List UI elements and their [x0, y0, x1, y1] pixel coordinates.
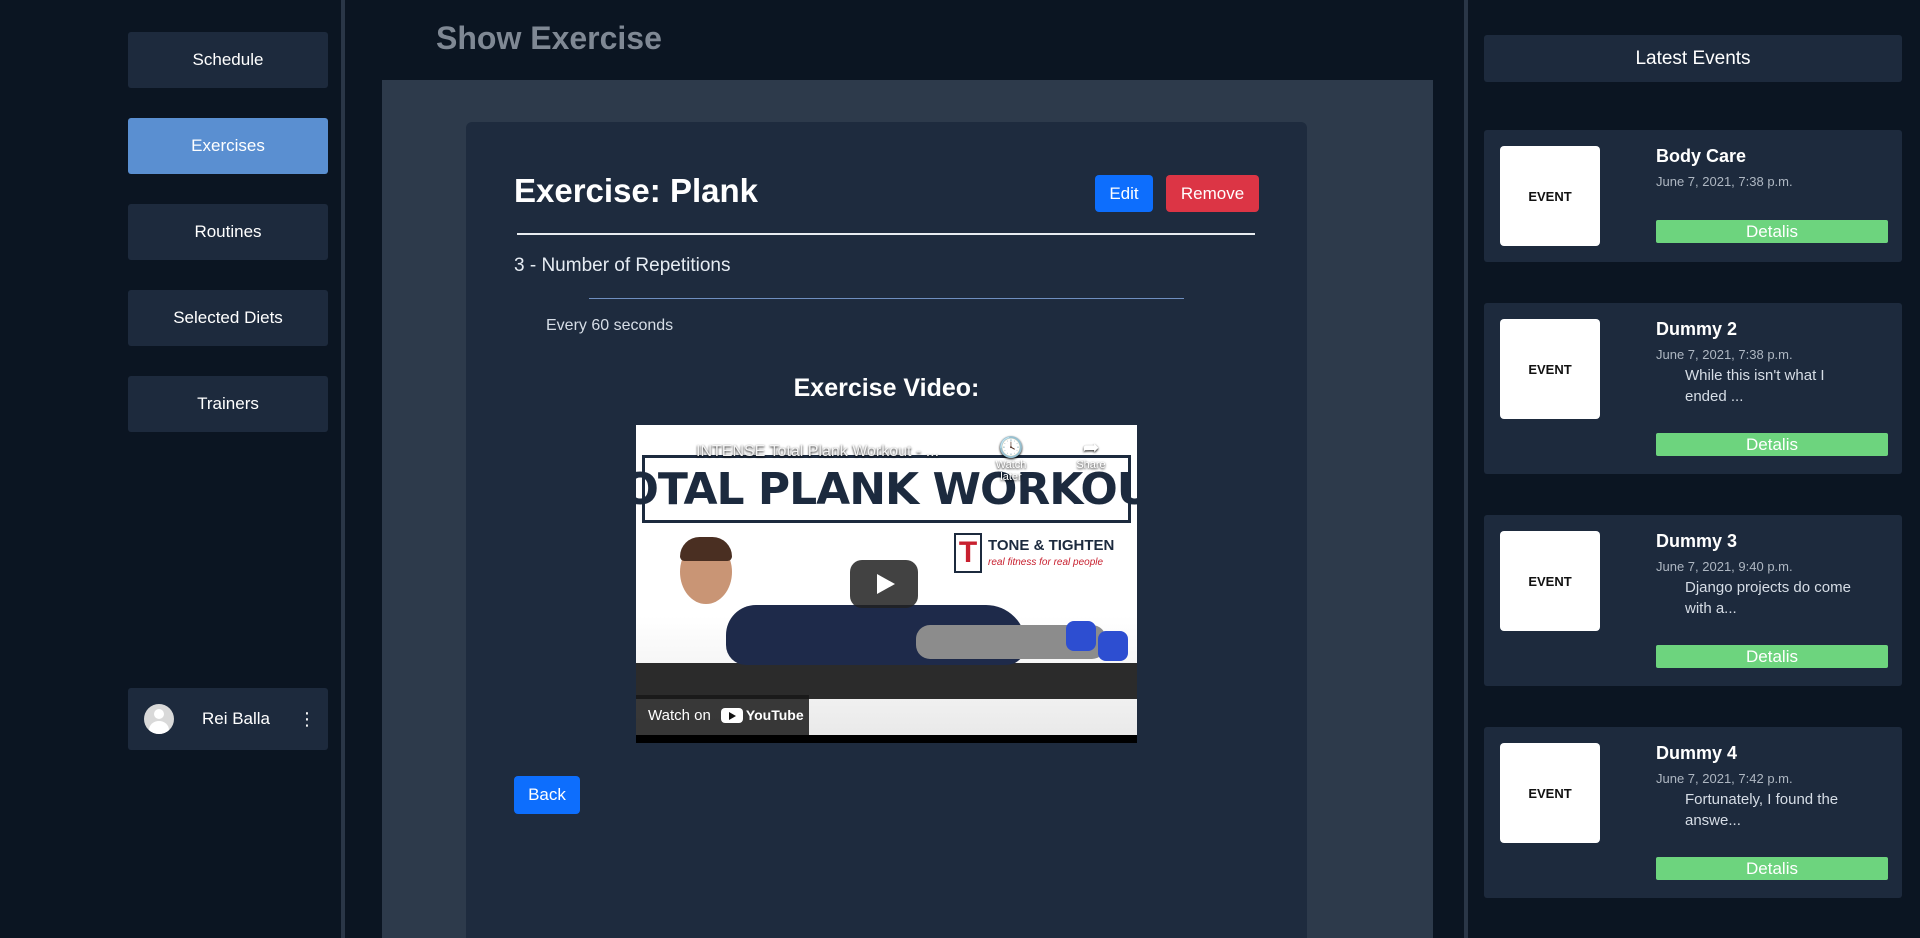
latest-events-header: Latest Events	[1484, 35, 1902, 82]
nav-item-selected-diets[interactable]: Selected Diets	[128, 290, 328, 346]
play-icon[interactable]	[850, 560, 918, 608]
event-details-button[interactable]: Detalis	[1656, 857, 1888, 880]
event-thumbnail: EVENT	[1500, 146, 1600, 246]
event-title: Dummy 3	[1656, 531, 1738, 551]
nav-item-trainers[interactable]: Trainers	[128, 376, 328, 432]
nav-item-schedule[interactable]: Schedule	[128, 32, 328, 88]
event-thumbnail: EVENT	[1500, 319, 1600, 419]
section-divider	[589, 298, 1184, 299]
user-name: Rei Balla	[201, 709, 271, 728]
brand-badge: T TONE & TIGHTEN real fitness for real p…	[954, 533, 1134, 577]
more-options-icon[interactable]: ⋮	[298, 710, 316, 728]
page-title: Show Exercise	[436, 20, 662, 56]
exercise-title: Exercise: Plank	[514, 172, 758, 209]
brand-name: TONE & TIGHTEN	[988, 537, 1115, 554]
repetitions-text: 3 - Number of Repetitions	[514, 255, 731, 276]
event-title: Body Care	[1656, 146, 1747, 166]
event-details-button[interactable]: Detalis	[1656, 433, 1888, 456]
back-button[interactable]: Back	[514, 776, 580, 814]
event-card: EVENT Dummy 4 June 7, 2021, 7:42 p.m. Fo…	[1484, 727, 1902, 898]
thumbnail-mat	[636, 663, 1137, 699]
brand-logo-icon: T	[954, 533, 982, 573]
interval-text: Every 60 seconds	[546, 317, 674, 334]
watch-later-label: Watch later	[995, 459, 1027, 483]
share-label: Share	[1076, 459, 1106, 471]
event-card: EVENT Dummy 2 June 7, 2021, 7:38 p.m. Wh…	[1484, 303, 1902, 474]
watch-later-control[interactable]: 🕓 Watch later	[986, 437, 1036, 483]
youtube-play-icon	[720, 707, 743, 723]
left-sidebar: Schedule Exercises Routines Selected Die…	[0, 0, 345, 938]
thumbnail-shoe	[1066, 621, 1096, 651]
event-card: EVENT Body Care June 7, 2021, 7:38 p.m. …	[1484, 130, 1902, 262]
clock-icon: 🕓	[998, 437, 1024, 459]
event-title: Dummy 4	[1656, 743, 1738, 763]
title-divider	[517, 233, 1255, 235]
nav-item-routines[interactable]: Routines	[128, 204, 328, 260]
brand-tagline: real fitness for real people	[988, 557, 1104, 568]
thumbnail-banner: TOTAL PLANK WORKOUT	[636, 455, 1137, 523]
event-date: June 7, 2021, 7:38 p.m.	[1656, 174, 1793, 189]
event-date: June 7, 2021, 7:42 p.m.	[1656, 771, 1793, 786]
video-embed[interactable]: TOTAL PLANK WORKOUT T TONE & TIGHTEN rea…	[636, 425, 1137, 743]
event-excerpt: Fortunately, I found the answe...	[1685, 791, 1839, 829]
video-bottom-bar	[636, 735, 1137, 743]
event-card: EVENT Dummy 3 June 7, 2021, 9:40 p.m. Dj…	[1484, 515, 1902, 686]
share-control[interactable]: ➦ Share	[1066, 437, 1116, 471]
event-date: June 7, 2021, 9:40 p.m.	[1656, 559, 1793, 574]
share-icon: ➦	[1082, 437, 1100, 459]
event-thumbnail: EVENT	[1500, 743, 1600, 843]
event-date: June 7, 2021, 7:38 p.m.	[1656, 347, 1793, 362]
nav-item-exercises[interactable]: Exercises	[128, 118, 328, 174]
event-thumbnail: EVENT	[1500, 531, 1600, 631]
watch-on-label: Watch on	[648, 706, 711, 724]
event-title: Dummy 2	[1656, 319, 1738, 339]
edit-button[interactable]: Edit	[1095, 175, 1153, 212]
thumbnail-shoe	[1098, 631, 1128, 661]
event-excerpt: While this isn't what I ended ...	[1685, 367, 1825, 405]
event-excerpt: Django projects do come with a...	[1685, 579, 1851, 617]
youtube-label: YouTube	[745, 707, 804, 723]
event-details-button[interactable]: Detalis	[1656, 220, 1888, 243]
youtube-logo-icon: YouTube	[720, 707, 804, 723]
avatar	[144, 704, 174, 734]
remove-button[interactable]: Remove	[1166, 175, 1259, 212]
watch-on-youtube-link[interactable]: Watch on YouTube	[636, 695, 809, 735]
user-card[interactable]: Rei Balla ⋮	[128, 688, 328, 750]
thumbnail-person-hair	[680, 537, 732, 561]
event-details-button[interactable]: Detalis	[1656, 645, 1888, 668]
video-heading: Exercise Video:	[793, 374, 980, 402]
video-title[interactable]: INTENSE Total Plank Workout - ...	[696, 443, 939, 461]
